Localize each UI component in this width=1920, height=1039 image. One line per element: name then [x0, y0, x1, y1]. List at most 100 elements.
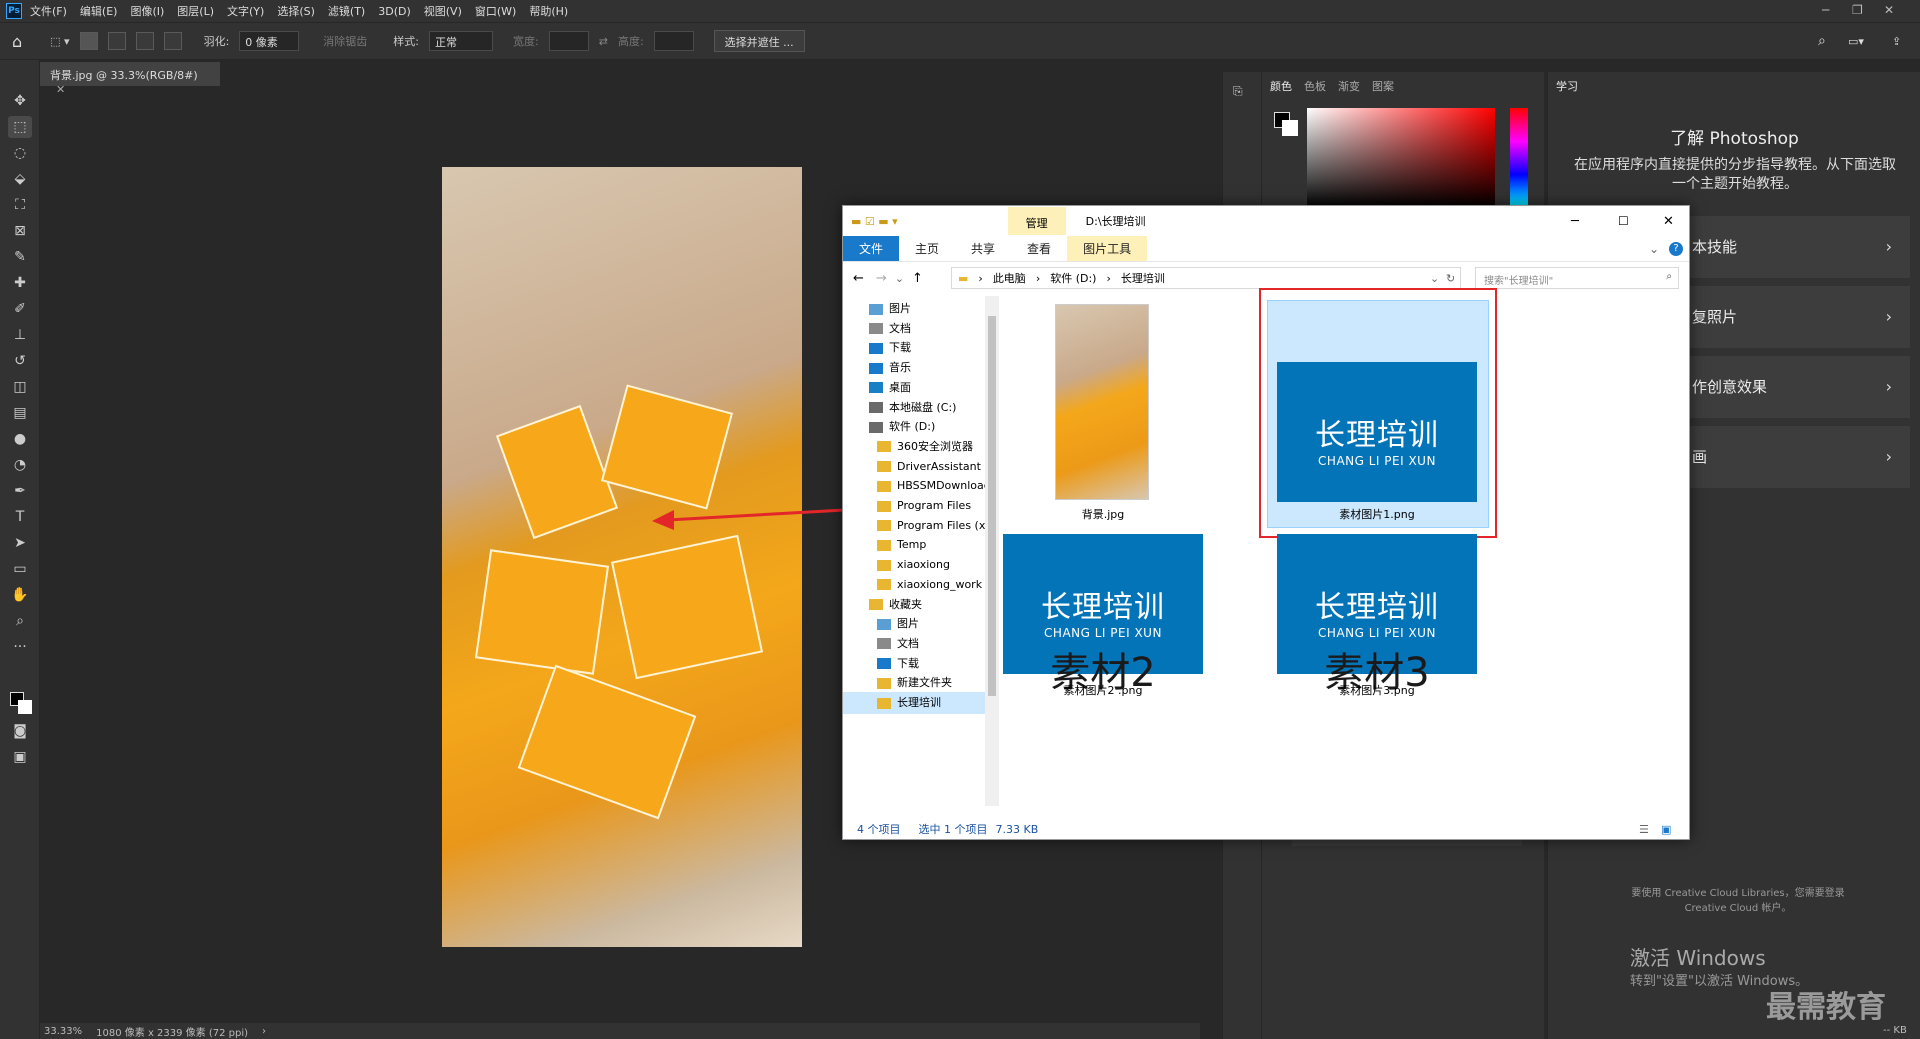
- file-explorer-window[interactable]: ▬ ☑ ▬ ▾ 管理 D:\长理培训 ─ ☐ ✕ 文件 主页 共享 查看 图片工…: [842, 205, 1690, 840]
- antialias-checkbox[interactable]: 消除锯齿: [323, 33, 367, 49]
- back-icon[interactable]: ←: [853, 271, 864, 286]
- minimize-icon[interactable]: ─: [1571, 214, 1579, 229]
- details-view-icon[interactable]: ☰: [1639, 823, 1649, 836]
- tab-patterns[interactable]: 图案: [1372, 78, 1394, 94]
- nav-item[interactable]: DriverAssistant: [877, 456, 985, 478]
- history-panel-icon[interactable]: ⎘: [1233, 84, 1243, 99]
- file-thumbnail-background[interactable]: [1055, 304, 1149, 500]
- nav-item[interactable]: 下载: [877, 653, 985, 675]
- menu-edit[interactable]: 编辑(E): [80, 3, 118, 19]
- nav-item[interactable]: 文档: [877, 633, 985, 655]
- tab-learn[interactable]: 学习: [1556, 78, 1578, 94]
- healing-brush-tool-icon[interactable]: ✚: [8, 272, 32, 294]
- nav-item[interactable]: Program Files (x86): [877, 515, 985, 537]
- hand-tool-icon[interactable]: ✋: [8, 584, 32, 606]
- style-select[interactable]: 正常: [429, 31, 494, 51]
- nav-item[interactable]: 文档: [869, 318, 985, 340]
- menu-select[interactable]: 选择(S): [277, 3, 315, 19]
- nav-item[interactable]: 图片: [877, 613, 985, 635]
- rectangle-tool-icon[interactable]: ▭: [8, 558, 32, 580]
- ribbon-expand-icon[interactable]: ⌄: [1649, 242, 1659, 256]
- close-icon[interactable]: ✕: [1884, 3, 1894, 17]
- select-and-mask-button[interactable]: 选择并遮住 ...: [713, 30, 805, 52]
- more-tools-icon[interactable]: ···: [8, 636, 32, 658]
- nav-scroll-thumb[interactable]: [988, 316, 996, 696]
- nav-item[interactable]: 桌面: [869, 377, 985, 399]
- thumbnail-view-icon[interactable]: ▣: [1661, 823, 1671, 836]
- ribbon-tab-view[interactable]: 查看: [1011, 236, 1067, 261]
- quick-mask-icon[interactable]: ◙: [8, 720, 32, 742]
- history-brush-tool-icon[interactable]: ↺: [8, 350, 32, 372]
- nav-item[interactable]: 图片: [869, 298, 985, 320]
- restore-icon[interactable]: ❐: [1852, 3, 1863, 17]
- pen-tool-icon[interactable]: ✒: [8, 480, 32, 502]
- nav-item[interactable]: Temp: [877, 534, 985, 556]
- quick-select-tool-icon[interactable]: ⬙: [8, 168, 32, 190]
- nav-item[interactable]: HBSSMDownload: [877, 475, 985, 497]
- breadcrumb-drive-d[interactable]: 软件 (D:): [1050, 270, 1096, 286]
- up-icon[interactable]: ↑: [912, 271, 923, 286]
- nav-item[interactable]: 下载: [869, 337, 985, 359]
- add-selection-icon[interactable]: [107, 32, 126, 50]
- close-icon[interactable]: ✕: [1663, 214, 1674, 229]
- file-name[interactable]: 背景.jpg: [1023, 506, 1183, 522]
- width-input[interactable]: [548, 31, 589, 51]
- swap-icon[interactable]: ⇄: [599, 35, 608, 48]
- nav-item[interactable]: 本地磁盘 (C:): [869, 397, 985, 419]
- menu-3d[interactable]: 3D(D): [378, 5, 411, 18]
- minimize-icon[interactable]: ─: [1822, 3, 1829, 17]
- quick-access-icons[interactable]: ▬ ☑ ▬ ▾: [851, 215, 898, 228]
- menu-window[interactable]: 窗口(W): [475, 3, 516, 19]
- forward-icon[interactable]: →: [876, 271, 887, 286]
- color-background-swatch[interactable]: [1282, 120, 1298, 136]
- address-dropdown-icon[interactable]: ⌄: [1430, 272, 1439, 285]
- new-selection-icon[interactable]: [79, 32, 98, 50]
- menu-type[interactable]: 文字(Y): [227, 3, 264, 19]
- hue-slider[interactable]: [1510, 108, 1528, 208]
- canvas-image[interactable]: [442, 167, 802, 947]
- home-icon[interactable]: ⌂: [12, 32, 22, 51]
- nav-item[interactable]: 音乐: [869, 357, 985, 379]
- zoom-level[interactable]: 33.33%: [44, 1026, 82, 1037]
- file-view[interactable]: 背景.jpg 长理培训 CHANG LI PEI XUN 素材图片1.png 长…: [1003, 288, 1689, 806]
- menu-image[interactable]: 图像(I): [130, 3, 164, 19]
- file-name[interactable]: 素材图片2 .png: [1023, 682, 1183, 698]
- menu-help[interactable]: 帮助(H): [529, 3, 568, 19]
- tab-swatches[interactable]: 色板: [1304, 78, 1326, 94]
- nav-item[interactable]: xiaoxiong_work: [877, 574, 985, 596]
- maximize-icon[interactable]: ☐: [1618, 214, 1629, 228]
- nav-scrollbar[interactable]: [985, 296, 999, 806]
- refresh-icon[interactable]: ↻: [1446, 272, 1455, 285]
- menu-file[interactable]: 文件(F): [30, 3, 67, 19]
- share-icon[interactable]: ⇪: [1892, 35, 1901, 48]
- lasso-tool-icon[interactable]: ◌: [8, 142, 32, 164]
- status-chevron-icon[interactable]: ›: [262, 1026, 266, 1037]
- marquee-preset-icon[interactable]: ⬚ ▾: [50, 35, 69, 48]
- nav-item[interactable]: Program Files: [877, 495, 985, 517]
- blur-tool-icon[interactable]: ●: [8, 428, 32, 450]
- menu-view[interactable]: 视图(V): [424, 3, 462, 19]
- brush-tool-icon[interactable]: ✐: [8, 298, 32, 320]
- address-bar[interactable]: ▬ › 此电脑 › 软件 (D:) › 长理培训 ⌄ ↻: [951, 267, 1461, 289]
- breadcrumb-this-pc[interactable]: 此电脑: [993, 270, 1026, 286]
- feather-input[interactable]: 0 像素: [239, 31, 300, 51]
- file-thumbnail-material3[interactable]: 长理培训 CHANG LI PEI XUN 素材3: [1277, 534, 1477, 696]
- tab-color[interactable]: 颜色: [1270, 78, 1292, 94]
- recent-locations-icon[interactable]: ⌄: [895, 272, 904, 285]
- menu-layer[interactable]: 图层(L): [177, 3, 214, 19]
- search-input[interactable]: 搜索"长理培训" ⌕: [1475, 267, 1679, 289]
- eraser-tool-icon[interactable]: ◫: [8, 376, 32, 398]
- file-thumbnail-material2[interactable]: 长理培训 CHANG LI PEI XUN 素材2: [1003, 534, 1203, 696]
- clone-stamp-tool-icon[interactable]: ⊥: [8, 324, 32, 346]
- screen-mode-icon[interactable]: ▣: [8, 746, 32, 768]
- ribbon-tab-home[interactable]: 主页: [899, 236, 955, 261]
- nav-item[interactable]: 360安全浏览器: [877, 436, 985, 458]
- subtract-selection-icon[interactable]: [135, 32, 154, 50]
- height-input[interactable]: [653, 31, 694, 51]
- crop-tool-icon[interactable]: ⛶: [8, 194, 32, 216]
- type-tool-icon[interactable]: T: [8, 506, 32, 528]
- background-color-swatch[interactable]: [18, 700, 32, 714]
- ribbon-tab-picture-tools[interactable]: 图片工具: [1067, 236, 1148, 261]
- document-tab[interactable]: 背景.jpg @ 33.3%(RGB/8#) ✕: [40, 62, 220, 96]
- zoom-tool-icon[interactable]: ⌕: [8, 610, 32, 632]
